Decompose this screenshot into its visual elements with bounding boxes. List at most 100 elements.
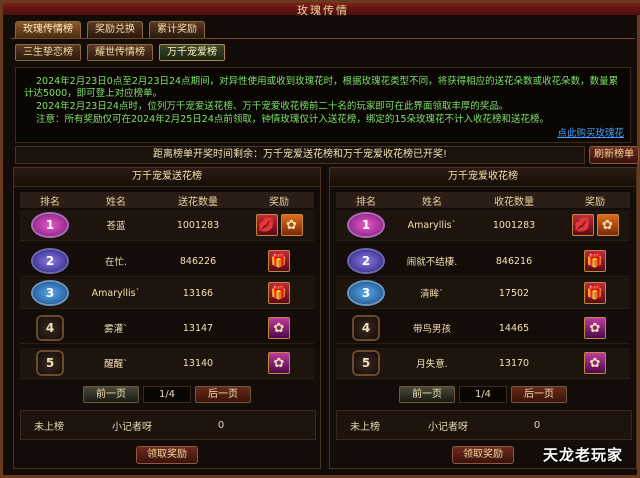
- table-row[interactable]: 3 清眸` 17502 🎁: [336, 278, 630, 309]
- my-rank-row: 未上榜 小记者呀 0: [20, 410, 316, 440]
- col-reward: 奖励: [585, 196, 605, 208]
- rules-line-3: 2024年2月23日24点时，位列万千宠爱送花榜、万千宠爱收花榜前二十名的玩家即…: [36, 101, 509, 112]
- title-bar: 玫瑰传情: [3, 3, 640, 17]
- send-board-header: 排名 姓名 送花数量 奖励: [20, 192, 314, 208]
- my-count: 0: [533, 419, 541, 431]
- flower-box-reward-icon[interactable]: ✿: [596, 214, 619, 236]
- gift-box-reward-icon[interactable]: 🎁: [268, 250, 290, 272]
- page-indicator: 1/4: [143, 386, 191, 403]
- send-board-title: 万千宠爱送花榜: [14, 168, 320, 187]
- receive-board-panel: 万千宠爱收花榜 排名 姓名 收花数量 奖励 1 Amaryllis` 10012…: [329, 167, 637, 469]
- lips-reward-icon[interactable]: 💋: [255, 214, 278, 236]
- player-name: 月失意.: [416, 359, 448, 370]
- col-name: 姓名: [422, 196, 442, 208]
- flower-count: 13147: [182, 322, 214, 334]
- col-rank: 排名: [40, 196, 60, 208]
- col-qty: 收花数量: [494, 196, 534, 208]
- table-row[interactable]: 4 带鸟男孩 14465 ✿: [336, 313, 630, 344]
- flower-box-reward-icon[interactable]: ✿: [280, 214, 303, 236]
- rules-description: 2024年2月23日0点至2月23日24点期间，对异性使用或收到玫瑰花时，根据玫…: [15, 67, 631, 143]
- subtab-yaoshi[interactable]: 耀世传情榜: [87, 44, 153, 61]
- table-row[interactable]: 5 月失意. 13170 ✿: [336, 348, 630, 379]
- buy-rose-link[interactable]: 点此购买玫瑰花: [557, 128, 624, 140]
- my-count: 0: [217, 419, 225, 431]
- flower-count: 846216: [495, 255, 533, 267]
- pagination: 前一页 1/4 后一页: [14, 386, 320, 403]
- table-row[interactable]: 1 Amaryllis` 1001283 💋 ✿: [336, 210, 630, 241]
- gift-box-reward-icon[interactable]: 🎁: [584, 282, 606, 304]
- player-name: 清眸`: [420, 289, 444, 300]
- table-row[interactable]: 3 Amaryllis` 13166 🎁: [20, 278, 314, 309]
- col-reward: 奖励: [269, 196, 289, 208]
- player-name: 在忙.: [104, 257, 128, 268]
- rank-4-badge: 4: [38, 317, 62, 339]
- player-name: 醒醒`: [104, 359, 128, 370]
- flower-count: 13170: [498, 357, 530, 369]
- receive-board-header: 排名 姓名 收花数量 奖励: [336, 192, 630, 208]
- rank-3-badge: 3: [33, 282, 67, 304]
- rank-4-badge: 4: [354, 317, 378, 339]
- table-row[interactable]: 5 醒醒` 13140 ✿: [20, 348, 314, 379]
- tab-rose-board[interactable]: 玫瑰传情榜: [15, 21, 81, 39]
- rank-3-badge: 3: [349, 282, 383, 304]
- lips-reward-icon[interactable]: 💋: [571, 214, 594, 236]
- tab-cumulative-reward[interactable]: 累计奖励: [149, 21, 205, 39]
- flower-count: 1001283: [176, 219, 220, 231]
- board-subtabs: 三生挚恋榜 耀世传情榜 万千宠爱榜: [15, 44, 225, 61]
- player-name: Amaryllis`: [91, 287, 141, 299]
- page-indicator: 1/4: [459, 386, 507, 403]
- prev-page-button[interactable]: 前一页: [399, 386, 455, 403]
- player-name: Amaryllis`: [407, 219, 457, 231]
- rank-5-badge: 5: [354, 352, 378, 374]
- window-title: 玫瑰传情: [297, 4, 349, 17]
- tab-reward-exchange[interactable]: 奖励兑换: [87, 21, 143, 39]
- subtab-wanqian[interactable]: 万千宠爱榜: [159, 44, 225, 61]
- pagination: 前一页 1/4 后一页: [330, 386, 636, 403]
- table-row[interactable]: 2 闹就不结棲. 846216 🎁: [336, 246, 630, 277]
- col-rank: 排名: [356, 196, 376, 208]
- my-rank-status: 未上榜: [350, 421, 380, 433]
- next-page-button[interactable]: 后一页: [511, 386, 567, 403]
- flower-box-reward-icon[interactable]: ✿: [268, 352, 290, 374]
- gift-box-reward-icon[interactable]: 🎁: [584, 250, 606, 272]
- flower-box-reward-icon[interactable]: ✿: [584, 317, 606, 339]
- player-name: 苍蓝: [106, 221, 126, 232]
- player-name: 带鸟男孩: [412, 324, 451, 335]
- my-rank-row: 未上榜 小记者呀 0: [336, 410, 632, 440]
- next-page-button[interactable]: 后一页: [195, 386, 251, 403]
- countdown-bar: 距离榜单开奖时间剩余：万千宠爱送花榜和万千宠爱收花榜已开奖!: [15, 146, 585, 164]
- gift-box-reward-icon[interactable]: 🎁: [268, 282, 290, 304]
- flower-count: 13166: [182, 287, 214, 299]
- refresh-board-button[interactable]: 刷新榜单: [589, 146, 639, 164]
- flower-box-reward-icon[interactable]: ✿: [268, 317, 290, 339]
- prev-page-button[interactable]: 前一页: [83, 386, 139, 403]
- flower-count: 13140: [182, 357, 214, 369]
- col-name: 姓名: [106, 196, 126, 208]
- my-name: 小记者呀: [428, 421, 468, 433]
- event-window: 玫瑰传情 玫瑰传情榜 奖励兑换 累计奖励 三生挚恋榜 耀世传情榜 万千宠爱榜 2…: [0, 0, 640, 478]
- receive-board-title: 万千宠爱收花榜: [330, 168, 636, 187]
- table-row[interactable]: 4 雾灌` 13147 ✿: [20, 313, 314, 344]
- watermark-text: 天龙老玩家: [542, 446, 623, 464]
- rank-1-badge: 1: [33, 214, 67, 236]
- flower-count: 17502: [498, 287, 530, 299]
- rank-2-badge: 2: [349, 250, 383, 272]
- table-row[interactable]: 1 苍蓝 1001283 💋 ✿: [20, 210, 314, 241]
- flower-count: 1001283: [492, 219, 536, 231]
- col-qty: 送花数量: [178, 196, 218, 208]
- send-board-panel: 万千宠爱送花榜 排名 姓名 送花数量 奖励 1 苍蓝 1001283 💋 ✿ 2 …: [13, 167, 321, 469]
- player-name: 闹就不结棲.: [406, 257, 458, 268]
- my-rank-status: 未上榜: [34, 421, 64, 433]
- rank-1-badge: 1: [349, 214, 383, 236]
- rank-2-badge: 2: [33, 250, 67, 272]
- claim-reward-button[interactable]: 领取奖励: [136, 446, 198, 464]
- player-name: 雾灌`: [104, 324, 128, 335]
- flower-box-reward-icon[interactable]: ✿: [584, 352, 606, 374]
- rank-5-badge: 5: [38, 352, 62, 374]
- table-row[interactable]: 2 在忙. 846226 🎁: [20, 246, 314, 277]
- rules-line-1: 2024年2月23日0点至2月23日24点期间，对异性使用或收到玫瑰花时，根据玫…: [36, 76, 619, 87]
- rules-line-2: 计达5000，即可登上对应榜单。: [24, 88, 163, 99]
- rules-line-4: 注意：所有奖励仅可在2024年2月25日24点前领取，钟情玫瑰仅计入送花榜，绑定…: [36, 114, 549, 125]
- claim-reward-button[interactable]: 领取奖励: [452, 446, 514, 464]
- subtab-sansheng[interactable]: 三生挚恋榜: [15, 44, 81, 61]
